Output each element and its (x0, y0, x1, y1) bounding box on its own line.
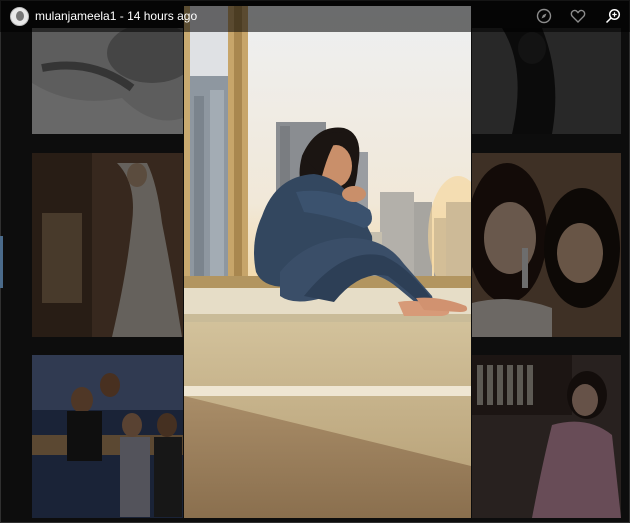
thumbnail-right-2[interactable] (472, 153, 621, 337)
compass-icon[interactable] (536, 8, 552, 24)
username-link[interactable]: mulanjameela1 (35, 9, 116, 23)
thumbnail-right-3[interactable] (472, 355, 621, 518)
main-photo (184, 6, 471, 518)
top-bar: mulanjameela1 - 14 hours ago (0, 0, 630, 32)
avatar[interactable] (10, 7, 29, 26)
zoom-icon[interactable] (605, 8, 621, 24)
thumbnail-left-2[interactable] (32, 153, 183, 337)
separator: - (119, 9, 124, 23)
thumbnail-left-1[interactable] (32, 28, 183, 134)
heart-icon[interactable] (570, 8, 586, 24)
scroll-indicator[interactable] (0, 236, 3, 288)
post-author-info: mulanjameela1 - 14 hours ago (35, 9, 197, 23)
thumbnail-right-1[interactable] (472, 28, 621, 134)
timestamp: 14 hours ago (127, 9, 198, 23)
thumbnail-left-3[interactable] (32, 355, 183, 518)
